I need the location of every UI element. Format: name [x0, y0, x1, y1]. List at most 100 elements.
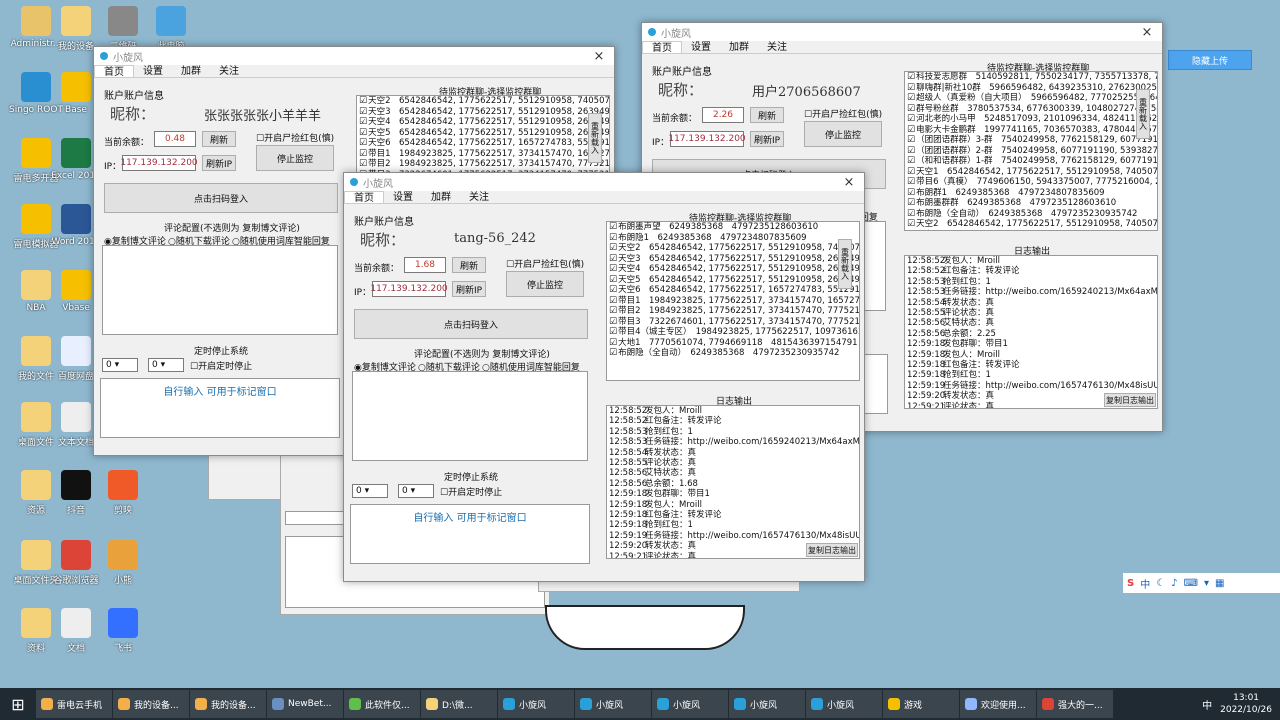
comment-textarea[interactable]	[102, 245, 338, 335]
group-item[interactable]: 河北老的小马甲 5248517093, 2101096334, 48241101…	[905, 114, 1157, 125]
timer-checkbox[interactable]: ☐开启定时停止	[440, 485, 502, 498]
comment-textarea[interactable]	[352, 371, 588, 461]
group-item[interactable]: 天空4 6542846542, 1775622517, 5512910958, …	[357, 117, 609, 128]
group-item[interactable]: 带目3 7322674601, 1775622517, 3734157470, …	[607, 317, 859, 328]
tab-1[interactable]: 设置	[384, 191, 422, 203]
timer-checkbox[interactable]: ☐开启定时停止	[190, 359, 252, 372]
balance-field[interactable]: 0.48	[154, 131, 196, 147]
group-item[interactable]: 天空3 6542846542, 1775622517, 5512910958, …	[607, 254, 859, 265]
taskbar-item[interactable]: NewBet...	[267, 690, 343, 718]
group-item[interactable]: 天空4 6542846542, 1775622517, 5512910958, …	[607, 264, 859, 275]
group-item[interactable]: 天空6 6542846542, 1775622517, 1657274783, …	[607, 285, 859, 296]
group-item[interactable]: 布朗墨声望 6249385368 4797235128603610	[607, 222, 859, 233]
refresh-button[interactable]: 刷新	[202, 131, 236, 147]
group-item[interactable]: 布朗墨群群 6249385368 4797235128603610	[905, 198, 1157, 209]
group-item[interactable]: 超级人（真爱粉（自大项目） 5966596482, 7770252553, 64…	[905, 93, 1157, 104]
taskbar-item[interactable]: 小旋风	[806, 690, 882, 718]
taskbar-item[interactable]: 小旋风	[498, 690, 574, 718]
group-item[interactable]: 群号粉丝群 3780537534, 6776300339, 1048027274…	[905, 104, 1157, 115]
refresh-button[interactable]: 刷新	[452, 257, 486, 273]
desktop-icon[interactable]: 小熊	[92, 540, 154, 586]
note-textarea[interactable]: 自行输入 可用于标记窗口	[350, 504, 590, 564]
group-item[interactable]: 布朗隐（全自动） 6249385368 4797235230935742	[905, 209, 1157, 220]
tab-2[interactable]: 加群	[172, 65, 210, 77]
tab-1[interactable]: 设置	[682, 41, 720, 53]
group-item[interactable]: （团团语群群）2-群 7540249958, 6077191190, 53938…	[905, 146, 1157, 157]
group-item[interactable]: 天空2 6542846542, 1775622517, 5512910958, …	[905, 219, 1157, 230]
group-item[interactable]: 天空6 6542846542, 1775622517, 1657274783, …	[357, 138, 609, 149]
log-output[interactable]: 12:58:52发包人：Mroill 12:58:52红包备注：转发评论 12:58…	[904, 255, 1158, 409]
group-item[interactable]: 带目2 1984923825, 1775622517, 3734157470, …	[357, 159, 609, 170]
stop-monitor-button[interactable]: 停止监控	[506, 271, 584, 297]
minute-select[interactable]: 0 ▾	[398, 484, 434, 498]
taskbar-item[interactable]: 小旋风	[652, 690, 728, 718]
refresh-ip-button[interactable]: 刷新IP	[452, 281, 486, 297]
stop-monitor-button[interactable]: 停止监控	[804, 121, 882, 147]
group-item[interactable]: 带目6（真模） 7749606150, 5943375007, 77752160…	[905, 177, 1157, 188]
reload-button[interactable]: 重新载入	[588, 113, 602, 163]
taskbar-item[interactable]: 我的设备...	[190, 690, 266, 718]
group-list[interactable]: 布朗墨声望 6249385368 4797235128603610布朗隐1 62…	[606, 221, 860, 381]
group-item[interactable]: 天空3 6542846542, 1775622517, 5512910958, …	[905, 230, 1157, 231]
hide-upload-button[interactable]: 隐藏上传	[1168, 50, 1252, 70]
tab-3[interactable]: 关注	[460, 191, 498, 203]
group-item[interactable]: 布朗隐1 6249385368 4797234807835609	[607, 233, 859, 244]
group-item[interactable]: 天空3 6542846542, 1775622517, 5512910958, …	[357, 107, 609, 118]
tab-2[interactable]: 加群	[720, 41, 758, 53]
tray-ime[interactable]: 中	[1202, 697, 1212, 712]
close-button[interactable]: ×	[584, 49, 614, 64]
hour-select[interactable]: 0 ▾	[102, 358, 138, 372]
tab-0[interactable]: 首页	[344, 191, 384, 204]
group-item[interactable]: 天空5 6542846542, 1775622517, 5512910958, …	[357, 128, 609, 139]
group-item[interactable]: （和和语群群）1-群 7540249958, 7762158129, 60771…	[905, 156, 1157, 167]
tab-3[interactable]: 关注	[758, 41, 796, 53]
close-button[interactable]: ×	[834, 175, 864, 190]
tab-0[interactable]: 首页	[642, 41, 682, 54]
group-list[interactable]: 科技爱志愿群 5140592811, 7550234177, 735571337…	[904, 71, 1158, 231]
ime-toolbar[interactable]: S 中 ☾ ♪ ⌨ ▾ ▦	[1123, 573, 1280, 593]
minute-select[interactable]: 0 ▾	[148, 358, 184, 372]
balance-field[interactable]: 2.26	[702, 107, 744, 123]
group-item[interactable]: 天空2 6542846542, 1775622517, 5512910958, …	[607, 243, 859, 254]
taskbar-item[interactable]: 小旋风	[575, 690, 651, 718]
note-textarea[interactable]: 自行输入 可用于标记窗口	[100, 378, 340, 438]
group-item[interactable]: 带目4（城主专区） 1984923825, 1775622517, 109736…	[607, 327, 859, 338]
log-output[interactable]: 12:58:52发包人：Mroill 12:58:52红包备注：转发评论 12:58…	[606, 405, 860, 559]
group-item[interactable]: 天空2 6542846542, 1775622517, 5512910958, …	[357, 96, 609, 107]
group-item[interactable]: 电影大卡金鹏群 1997741165, 7036570383, 47804443…	[905, 125, 1157, 136]
tab-2[interactable]: 加群	[422, 191, 460, 203]
start-button[interactable]: ⊞	[0, 688, 36, 720]
group-item[interactable]: （团团语群群）3-群 7540249958, 7762158129, 60771…	[905, 135, 1157, 146]
system-tray[interactable]: 中 13:01 2022/10/26	[1202, 692, 1280, 716]
red-packet-checkbox[interactable]: ☐开启尸捡红包(慎)	[506, 257, 584, 270]
taskbar-item[interactable]: 我的设备...	[113, 690, 189, 718]
red-packet-checkbox[interactable]: ☐开启尸捡红包(慎)	[256, 131, 334, 144]
ip-field[interactable]: 117.139.132.200	[668, 131, 746, 147]
close-button[interactable]: ×	[1132, 25, 1162, 40]
refresh-button[interactable]: 刷新	[750, 107, 784, 123]
tab-0[interactable]: 首页	[94, 65, 134, 78]
group-item[interactable]: 带目2 1984923825, 1775622517, 3734157470, …	[607, 306, 859, 317]
copy-log-button[interactable]: 复制日志输出	[806, 543, 858, 557]
taskbar-item[interactable]: 游戏	[883, 690, 959, 718]
stop-monitor-button[interactable]: 停止监控	[256, 145, 334, 171]
reload-button[interactable]: 重新载入	[1136, 89, 1150, 139]
reload-button[interactable]: 重新载入	[838, 239, 852, 289]
taskbar-item[interactable]: 雷电云手机	[36, 690, 112, 718]
ip-field[interactable]: 117.139.132.200	[120, 155, 198, 171]
group-item[interactable]: 天空5 6542846542, 1775622517, 5512910958, …	[607, 275, 859, 286]
taskbar-item[interactable]: 欢迎使用...	[960, 690, 1036, 718]
balance-field[interactable]: 1.68	[404, 257, 446, 273]
group-item[interactable]: 大地1 7770561074, 7794669118 4815436397154…	[607, 338, 859, 349]
taskbar-item[interactable]: 小旋风	[729, 690, 805, 718]
refresh-ip-button[interactable]: 刷新IP	[750, 131, 784, 147]
group-item[interactable]: 布朗隐（全自动） 6249385368 4797235230935742	[607, 348, 859, 359]
taskbar-item[interactable]: D:\微...	[421, 690, 497, 718]
ip-field[interactable]: 117.139.132.200	[370, 281, 448, 297]
group-item[interactable]: 科技爱志愿群 5140592811, 7550234177, 735571337…	[905, 72, 1157, 83]
hour-select[interactable]: 0 ▾	[352, 484, 388, 498]
red-packet-checkbox[interactable]: ☐开启尸捡红包(慎)	[804, 107, 882, 120]
group-item[interactable]: 天空1 6542846542, 1775622517, 5512910958, …	[905, 167, 1157, 178]
copy-log-button[interactable]: 复制日志输出	[1104, 393, 1156, 407]
taskbar-item[interactable]: 此软件仅...	[344, 690, 420, 718]
